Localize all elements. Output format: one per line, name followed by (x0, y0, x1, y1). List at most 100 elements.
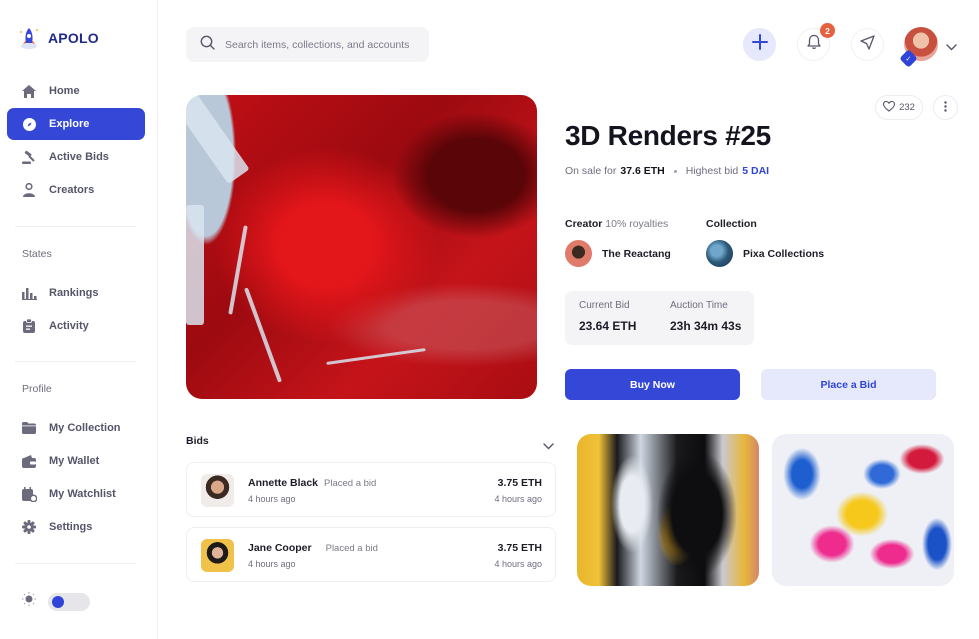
sidebar-item-settings[interactable]: Settings (7, 511, 145, 543)
bar-chart-icon (21, 285, 37, 301)
gear-icon (21, 519, 37, 535)
sidebar-item-label: My Collection (49, 422, 121, 434)
collection-link[interactable]: Pixa Collections (706, 240, 824, 267)
bid-time-right: 4 hours ago (494, 494, 542, 504)
artwork-image[interactable] (186, 95, 537, 399)
sidebar-item-my-watchlist[interactable]: My Watchlist (7, 478, 145, 510)
bid-amount: 3.75 ETH (497, 477, 542, 489)
sidebar: APOLO Home Explore Active Bids Creators … (0, 0, 158, 639)
search-icon (200, 35, 215, 55)
sun-icon (22, 592, 36, 611)
sidebar-item-label: Active Bids (49, 151, 109, 163)
toggle-knob (52, 595, 64, 608)
place-bid-button[interactable]: Place a Bid (761, 369, 936, 400)
creator-name: The Reactang (602, 247, 671, 260)
more-options-button[interactable] (933, 95, 958, 120)
collection-avatar (706, 240, 733, 267)
bid-row[interactable]: Jane Cooper Placed a bid 4 hours ago 3.75… (186, 527, 556, 582)
section-label-profile: Profile (22, 383, 52, 395)
buy-now-button[interactable]: Buy Now (565, 369, 740, 400)
bid-amount: 3.75 ETH (497, 542, 542, 554)
theme-switcher (22, 592, 90, 611)
sidebar-item-active-bids[interactable]: Active Bids (7, 141, 145, 173)
bids-header: Bids (186, 435, 209, 447)
bid-time: 4 hours ago (248, 494, 296, 504)
gavel-icon (21, 149, 37, 165)
sidebar-item-label: My Wallet (49, 455, 100, 467)
bid-action: Placed a bid (325, 543, 378, 554)
artwork-detail (228, 225, 248, 315)
bidder-name: Annette Black (248, 477, 319, 489)
sidebar-item-rankings[interactable]: Rankings (7, 277, 145, 309)
more-vertical-icon (944, 99, 947, 117)
messages-button[interactable] (851, 28, 884, 61)
wallet-icon (21, 453, 37, 469)
sidebar-divider (15, 563, 136, 564)
creator-royalties: 10% royalties (605, 218, 669, 230)
clipboard-icon (21, 318, 37, 334)
like-button[interactable]: 232 (875, 95, 923, 120)
sidebar-item-explore[interactable]: Explore (7, 108, 145, 140)
creator-label: Creator 10% royalties (565, 218, 668, 230)
sale-info: On sale for 37.6 ETH Highest bid 5 DAI (565, 165, 769, 177)
user-avatar[interactable]: ✓ (899, 27, 938, 68)
sidebar-item-label: Rankings (49, 287, 99, 299)
sidebar-item-creators[interactable]: Creators (7, 174, 145, 206)
bid-time-right: 4 hours ago (494, 559, 542, 569)
sidebar-item-label: Home (49, 85, 80, 97)
current-bid-value: 23.64 ETH (579, 319, 637, 333)
heart-icon (883, 100, 896, 115)
collection-name: Pixa Collections (743, 247, 825, 260)
creator-avatar (565, 240, 592, 267)
sidebar-item-label: My Watchlist (49, 488, 116, 500)
logo[interactable]: APOLO (18, 26, 99, 50)
auction-time-label: Auction Time (670, 300, 728, 311)
on-sale-label: On sale for (565, 165, 617, 177)
creator-label-text: Creator (565, 218, 603, 230)
sidebar-divider (15, 226, 136, 227)
current-bid: Current Bid 23.64 ETH (579, 300, 636, 333)
sidebar-item-activity[interactable]: Activity (7, 310, 145, 342)
bidder-avatar (201, 474, 234, 507)
sidebar-item-label: Settings (49, 521, 93, 533)
separator-dot (673, 169, 677, 173)
bidder-info: Jane Cooper Placed a bid (248, 542, 378, 554)
highest-bid-label: Highest bid (685, 165, 739, 177)
sidebar-item-my-collection[interactable]: My Collection (7, 412, 145, 444)
compass-icon (21, 116, 37, 132)
rocket-icon (18, 26, 40, 50)
bid-action: Placed a bid (324, 478, 377, 489)
create-button[interactable] (743, 28, 776, 61)
like-count: 232 (899, 102, 915, 113)
creator-link[interactable]: The Reactang (565, 240, 671, 267)
bidder-name: Jane Cooper (248, 542, 312, 554)
related-artwork-thumbnail[interactable] (577, 434, 759, 586)
sidebar-item-label: Activity (49, 320, 89, 332)
search-bar[interactable] (186, 27, 429, 62)
bid-row[interactable]: Annette Black Placed a bid 4 hours ago 3.… (186, 462, 556, 517)
on-sale-price: 37.6 ETH (620, 165, 665, 177)
sidebar-item-my-wallet[interactable]: My Wallet (7, 445, 145, 477)
user-icon (21, 182, 37, 198)
search-input[interactable] (225, 38, 425, 51)
home-icon (21, 83, 37, 99)
auction-time: Auction Time 23h 34m 43s (670, 300, 741, 333)
sidebar-item-label: Explore (49, 118, 90, 130)
chevron-down-icon[interactable] (543, 437, 554, 455)
chevron-down-icon[interactable] (946, 38, 957, 56)
highest-bid-value: 5 DAI (742, 165, 770, 177)
item-title: 3D Renders #25 (565, 120, 771, 151)
calendar-watch-icon (21, 486, 37, 502)
sidebar-item-home[interactable]: Home (7, 75, 145, 107)
send-icon (860, 34, 875, 55)
bidder-info: Annette Black Placed a bid (248, 477, 376, 489)
related-artwork-thumbnail[interactable] (772, 434, 954, 586)
notifications-button[interactable]: 2 (797, 23, 835, 61)
artwork-detail (326, 348, 426, 365)
sidebar-item-label: Creators (49, 184, 95, 196)
app-name: APOLO (48, 30, 99, 46)
sidebar-divider (15, 361, 136, 362)
verified-badge-icon: ✓ (899, 49, 918, 68)
auction-info-card: Current Bid 23.64 ETH Auction Time 23h 3… (565, 291, 754, 345)
dark-mode-toggle[interactable] (48, 592, 90, 611)
